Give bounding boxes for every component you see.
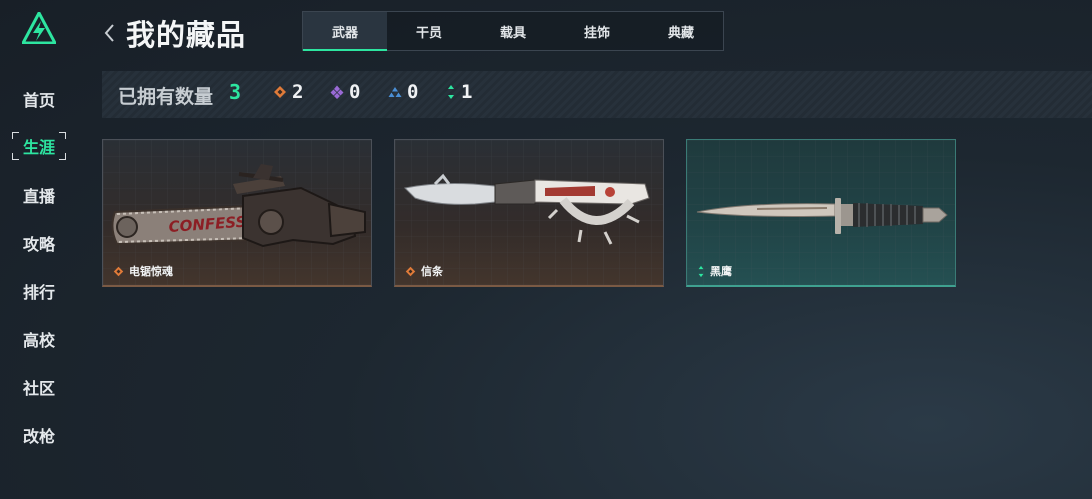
card-title: 黑鹰: [697, 263, 732, 279]
category-tabs: 武器 干员 载具 挂饰 典藏: [302, 11, 724, 51]
collection-card[interactable]: CONFESS 电锯惊魂: [102, 139, 372, 287]
teal-pips-icon: [448, 85, 454, 99]
rarity-count-value: 0: [407, 81, 419, 103]
purple-diamond-icon: [330, 85, 344, 99]
card-title: 信条: [405, 263, 443, 279]
sidebar: 首页 生涯 直播 攻略 排行 高校 社区 改枪: [0, 0, 80, 499]
collection-card[interactable]: 信条: [394, 139, 664, 287]
sidebar-item-label: 生涯: [22, 138, 55, 157]
owned-count-bar: 已拥有数量 3 2 0 0 1: [102, 71, 1092, 118]
tab-charms[interactable]: 挂饰: [555, 12, 639, 50]
teal-pips-icon: [698, 265, 704, 277]
knuckle-knife-image: [403, 173, 650, 245]
rarity-count-value: 0: [349, 81, 361, 103]
owned-count-label: 已拥有数量: [118, 86, 214, 108]
rarity-count-value: 2: [292, 81, 304, 103]
owned-count-total: 3: [229, 80, 242, 104]
orange-diamond-icon: [274, 86, 286, 98]
tab-operators[interactable]: 干员: [387, 12, 471, 50]
sidebar-item-career[interactable]: 生涯: [12, 132, 66, 160]
blue-triangle-icon: [388, 87, 402, 97]
rarity-count-orange: 2: [273, 81, 303, 103]
sidebar-item-college[interactable]: 高校: [12, 325, 66, 353]
sidebar-item-community[interactable]: 社区: [12, 373, 66, 401]
collection-card[interactable]: 黑鹰: [686, 139, 956, 287]
chainsaw-weapon-image: CONFESS: [111, 164, 366, 248]
rarity-count-teal: 1: [446, 81, 472, 103]
sidebar-item-guides[interactable]: 攻略: [12, 229, 66, 257]
page-title: 我的藏品: [126, 18, 247, 52]
sidebar-item-home[interactable]: 首页: [12, 85, 66, 113]
sidebar-item-live[interactable]: 直播: [12, 181, 66, 209]
tab-vehicles[interactable]: 载具: [471, 12, 555, 50]
tab-weapons[interactable]: 武器: [303, 12, 387, 51]
rarity-count-value: 1: [461, 81, 473, 103]
chevron-left-icon[interactable]: [102, 22, 116, 44]
card-name-label: 电锯惊魂: [129, 265, 173, 278]
card-name-label: 信条: [421, 265, 443, 278]
orange-diamond-icon: [113, 266, 124, 276]
app-logo[interactable]: [22, 12, 56, 44]
rarity-count-purple: 0: [330, 81, 360, 103]
card-title: 电锯惊魂: [113, 263, 173, 279]
orange-diamond-icon: [405, 266, 416, 276]
tab-collection[interactable]: 典藏: [639, 12, 723, 50]
card-name-label: 黑鹰: [710, 265, 732, 278]
sidebar-item-ranking[interactable]: 排行: [12, 277, 66, 305]
sidebar-item-gunsmith[interactable]: 改枪: [12, 421, 66, 449]
rarity-count-blue: 0: [388, 81, 418, 103]
combat-knife-image: [696, 198, 948, 234]
